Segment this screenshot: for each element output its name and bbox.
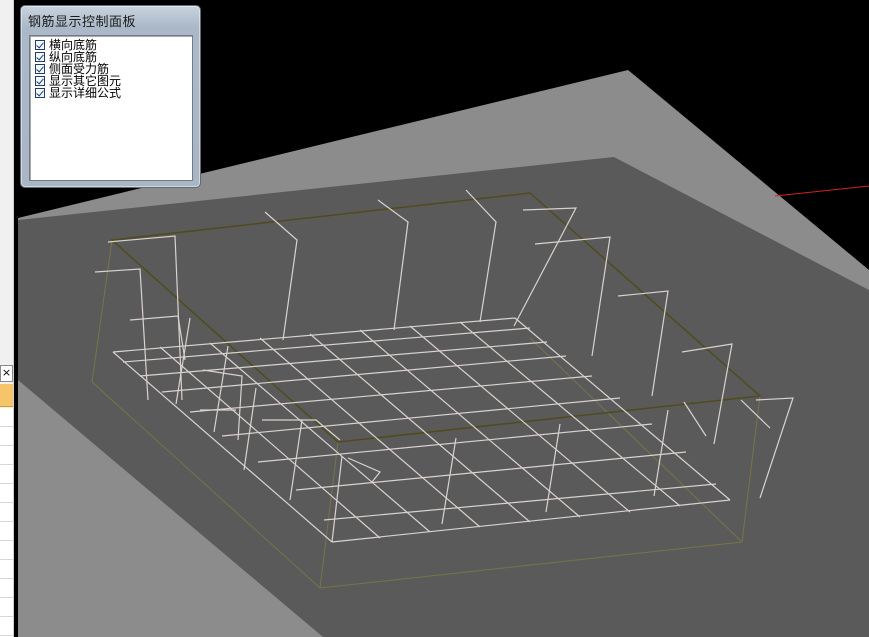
option-list[interactable]: 横向底筋 纵向底筋 侧面受力筋 显示其它图元 显示详细公式 <box>29 35 193 181</box>
rebar-display-control-panel[interactable]: 钢筋显示控制面板 横向底筋 纵向底筋 侧面受力筋 显示其它图元 显示详细公式 <box>20 5 201 188</box>
3d-viewport[interactable]: 钢筋显示控制面板 横向底筋 纵向底筋 侧面受力筋 显示其它图元 显示详细公式 × <box>0 0 869 637</box>
checkbox-checked-icon[interactable] <box>35 76 45 86</box>
left-window-edge: × <box>0 0 14 637</box>
checkbox-checked-icon[interactable] <box>35 40 45 50</box>
close-icon[interactable]: × <box>0 365 13 382</box>
option-label: 显示详细公式 <box>49 86 122 100</box>
table-rows-strip <box>0 408 13 637</box>
checkbox-checked-icon[interactable] <box>35 88 45 98</box>
selected-tab-strip[interactable] <box>0 384 13 407</box>
option-show-detailed-formula[interactable]: 显示详细公式 <box>35 87 121 99</box>
checkbox-checked-icon[interactable] <box>35 52 45 62</box>
panel-title: 钢筋显示控制面板 <box>28 15 137 30</box>
x-axis-line <box>774 185 869 197</box>
checkbox-checked-icon[interactable] <box>35 64 45 74</box>
